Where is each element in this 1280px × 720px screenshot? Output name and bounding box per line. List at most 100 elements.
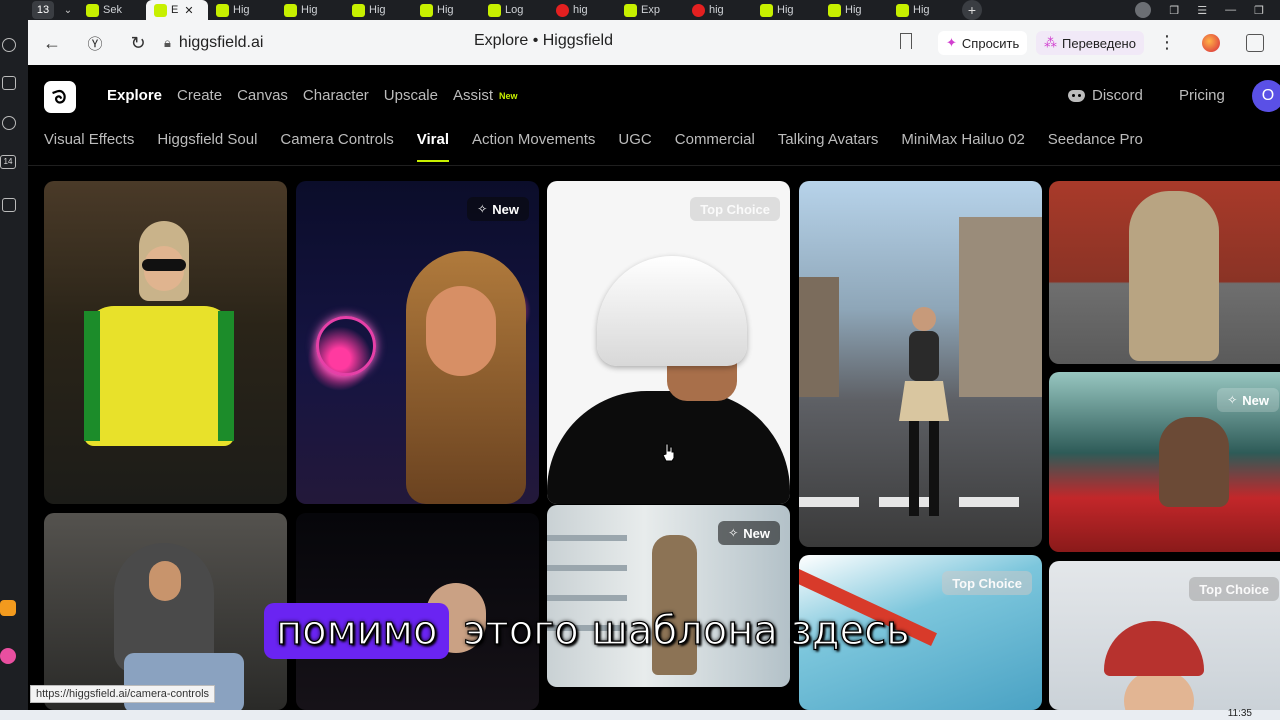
restore-icon[interactable]: ❐ bbox=[1254, 4, 1264, 17]
top-choice-badge: Top Choice bbox=[690, 197, 780, 221]
lock-icon: 🔒︎ bbox=[164, 35, 171, 50]
calendar-icon[interactable]: 14 bbox=[0, 155, 16, 169]
gallery-card[interactable]: ✧ New bbox=[296, 181, 539, 504]
ask-button[interactable]: ✦ Спросить bbox=[938, 31, 1028, 55]
browser-tab[interactable]: Hig bbox=[820, 0, 888, 20]
tab-label: Hig bbox=[913, 4, 930, 16]
new-tab-button[interactable]: + bbox=[962, 0, 982, 20]
menu-icon[interactable]: ☰ bbox=[1197, 4, 1207, 17]
yandex-icon bbox=[692, 3, 705, 17]
discord-link[interactable]: Discord bbox=[1068, 87, 1143, 104]
card-thumbnail bbox=[1159, 417, 1229, 507]
pricing-link[interactable]: Pricing bbox=[1179, 87, 1225, 104]
higgsfield-icon bbox=[420, 3, 433, 17]
browser-tab[interactable]: hig bbox=[548, 0, 616, 20]
tab-label: Exp bbox=[641, 4, 660, 16]
notes-icon[interactable] bbox=[2, 76, 16, 90]
collections-icon[interactable]: ❐ bbox=[1169, 4, 1179, 17]
window-controls: ❐ ☰ — ❐ bbox=[1135, 0, 1280, 20]
more-icon[interactable]: ⋮ bbox=[1158, 32, 1176, 53]
bookmark-icon[interactable] bbox=[900, 33, 912, 49]
translated-button[interactable]: ⁂ Переведено bbox=[1036, 31, 1144, 55]
chevron-down-icon[interactable]: ⌄ bbox=[58, 5, 78, 16]
tab-talking-avatars[interactable]: Talking Avatars bbox=[778, 131, 879, 162]
page-title: Explore • Higgsfield bbox=[474, 32, 613, 49]
close-icon[interactable]: ✕ bbox=[184, 4, 193, 17]
higgsfield-icon bbox=[154, 3, 167, 17]
higgsfield-logo[interactable]: ᘐ bbox=[44, 81, 76, 113]
translate-icon: ⁂ bbox=[1044, 35, 1057, 50]
gallery-card[interactable] bbox=[44, 181, 287, 504]
card-thumbnail bbox=[799, 277, 839, 397]
main-nav: Explore Create Canvas Character Upscale … bbox=[107, 87, 518, 104]
gallery-card[interactable]: Top Choice bbox=[1049, 561, 1280, 710]
tab-ugc[interactable]: UGC bbox=[618, 131, 651, 162]
os-taskbar bbox=[0, 710, 1280, 720]
tab-higgsfield-soul[interactable]: Higgsfield Soul bbox=[157, 131, 257, 162]
subtitle-text: этого шаблона здесь bbox=[463, 607, 910, 654]
badge-label: Top Choice bbox=[700, 201, 770, 217]
tab-seedance-pro[interactable]: Seedance Pro bbox=[1048, 131, 1143, 162]
minimize-icon[interactable]: — bbox=[1225, 4, 1236, 16]
tab-minimax-hailuo[interactable]: MiniMax Hailuo 02 bbox=[901, 131, 1024, 162]
gallery-card[interactable]: ✧ New bbox=[1049, 372, 1280, 552]
gallery-card[interactable]: ✧ New bbox=[547, 505, 790, 687]
camera-icon[interactable] bbox=[2, 198, 16, 212]
browser-tab[interactable]: Hig bbox=[276, 0, 344, 20]
card-thumbnail bbox=[547, 535, 627, 541]
profile-icon[interactable] bbox=[1135, 2, 1152, 18]
translated-label: Переведено bbox=[1062, 35, 1136, 51]
extensions-icon[interactable] bbox=[1246, 34, 1264, 52]
browser-tab[interactable]: hig bbox=[684, 0, 752, 20]
nav-create[interactable]: Create bbox=[177, 87, 222, 104]
history-icon[interactable] bbox=[2, 38, 16, 52]
back-arrow-icon[interactable]: ← bbox=[40, 31, 64, 55]
tab-action-movements[interactable]: Action Movements bbox=[472, 131, 595, 162]
gallery-card[interactable] bbox=[44, 513, 287, 710]
yandex-icon bbox=[556, 3, 569, 17]
app-icon[interactable] bbox=[0, 648, 16, 664]
higgsfield-icon bbox=[284, 3, 297, 17]
browser-tab[interactable]: Hig bbox=[344, 0, 412, 20]
top-choice-badge: Top Choice bbox=[942, 571, 1032, 595]
card-thumbnail bbox=[316, 316, 376, 376]
user-avatar[interactable]: O bbox=[1252, 80, 1280, 112]
tab-camera-controls[interactable]: Camera Controls bbox=[280, 131, 393, 162]
browser-tab[interactable]: Log bbox=[480, 0, 548, 20]
browser-tab[interactable]: Exp bbox=[616, 0, 684, 20]
browser-tab[interactable]: Hig bbox=[888, 0, 956, 20]
tab-label: Hig bbox=[845, 4, 862, 16]
card-thumbnail bbox=[1124, 671, 1194, 710]
nav-explore[interactable]: Explore bbox=[107, 87, 162, 104]
tab-counter[interactable]: 13 bbox=[32, 1, 54, 19]
address-bar: ← Ⓨ ↻ 🔒︎ higgsfield.ai Explore • Higgsfi… bbox=[28, 20, 1280, 65]
nav-assist[interactable]: Assist bbox=[453, 87, 493, 104]
assist-new-badge: New bbox=[499, 90, 518, 101]
badge-label: Top Choice bbox=[1199, 581, 1269, 597]
browser-tab[interactable]: Hig bbox=[412, 0, 480, 20]
higgsfield-icon bbox=[488, 3, 501, 17]
nav-upscale[interactable]: Upscale bbox=[384, 87, 438, 104]
browser-tab-active[interactable]: E ✕ bbox=[146, 0, 208, 20]
browser-tab[interactable]: Hig bbox=[208, 0, 276, 20]
gallery-card[interactable] bbox=[799, 181, 1042, 547]
reload-icon[interactable]: ↻ bbox=[126, 31, 150, 55]
tab-label: E bbox=[171, 4, 179, 16]
higgsfield-icon bbox=[86, 3, 99, 17]
new-badge: ✧ New bbox=[718, 521, 780, 545]
tab-label: Hig bbox=[233, 4, 250, 16]
tab-viral[interactable]: Viral bbox=[416, 131, 450, 162]
browser-tab[interactable]: Hig bbox=[752, 0, 820, 20]
higgsfield-icon bbox=[216, 3, 229, 17]
gallery-card[interactable] bbox=[1049, 181, 1280, 364]
play-icon[interactable] bbox=[2, 116, 16, 130]
extension-icon[interactable] bbox=[1202, 34, 1220, 52]
tab-commercial[interactable]: Commercial bbox=[675, 131, 755, 162]
app-icon[interactable] bbox=[0, 600, 16, 616]
tab-visual-effects[interactable]: Visual Effects bbox=[44, 131, 134, 162]
nav-canvas[interactable]: Canvas bbox=[237, 87, 288, 104]
yandex-icon[interactable]: Ⓨ bbox=[83, 31, 107, 55]
browser-tab[interactable]: Sek bbox=[78, 0, 146, 20]
nav-character[interactable]: Character bbox=[303, 87, 369, 104]
tab-label: Hig bbox=[369, 4, 386, 16]
